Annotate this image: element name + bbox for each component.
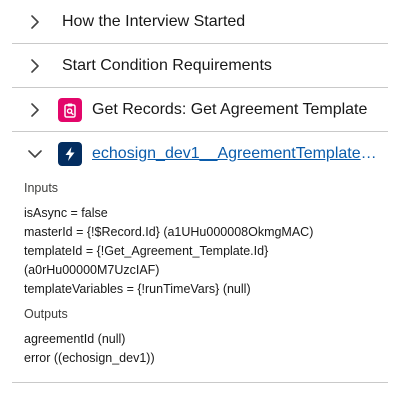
section-header-start-condition-requirements[interactable]: Start Condition Requirements — [12, 44, 388, 87]
outputs-heading: Outputs — [24, 307, 68, 321]
section-title: How the Interview Started — [62, 12, 246, 30]
section-start-condition-requirements: Start Condition Requirements — [12, 44, 388, 88]
chevron-down-icon — [24, 143, 46, 165]
apex-action-link[interactable]: echosign_dev1__AgreementTemplateLo... — [92, 145, 384, 163]
chevron-right-icon — [24, 55, 46, 77]
input-line: isAsync = false — [24, 206, 108, 220]
inputs-heading: Inputs — [24, 181, 59, 195]
section-header-how-interview-started[interactable]: How the Interview Started — [12, 0, 388, 43]
section-header-get-records[interactable]: Get Records: Get Agreement Template — [12, 88, 388, 131]
action-details: Inputs isAsync = false masterId = {!$Rec… — [12, 175, 388, 382]
input-line: masterId = {!$Record.Id} (a1UHu000008Okm… — [24, 225, 314, 239]
chevron-right-icon — [24, 99, 46, 121]
output-line: agreementId (null) — [24, 332, 126, 346]
clipboard-search-icon — [58, 97, 82, 122]
lightning-bolt-icon — [58, 141, 82, 166]
output-line: error ((echosign_dev1)) — [24, 351, 155, 365]
flow-debug-panel: How the Interview Started Start Conditio… — [0, 0, 400, 411]
section-how-interview-started: How the Interview Started — [12, 0, 388, 44]
section-title: Get Records: Get Agreement Template — [92, 100, 368, 118]
section-apex-action: echosign_dev1__AgreementTemplateLo... In… — [12, 132, 388, 383]
section-get-records: Get Records: Get Agreement Template — [12, 88, 388, 132]
input-line: templateVariables = {!runTimeVars} (null… — [24, 282, 251, 296]
chevron-right-icon — [24, 11, 46, 33]
input-line: (a0rHu00000M7UzcIAF) — [24, 263, 160, 277]
section-header-apex-action[interactable]: echosign_dev1__AgreementTemplateLo... — [12, 132, 388, 175]
input-line: templateId = {!Get_Agreement_Template.Id… — [24, 244, 269, 258]
section-title: Start Condition Requirements — [62, 56, 272, 74]
